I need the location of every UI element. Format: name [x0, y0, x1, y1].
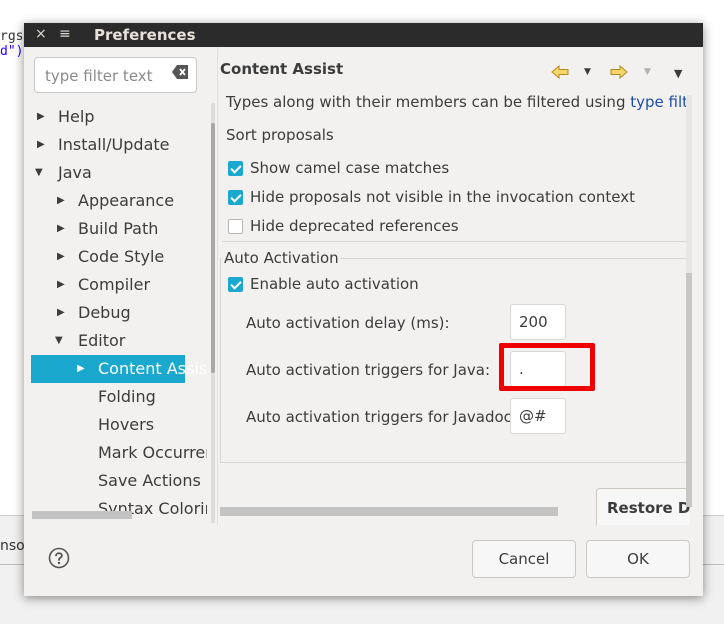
view-menu-icon[interactable]: ▼ — [674, 67, 682, 80]
background-code-line: rgs — [0, 29, 24, 44]
hide-invisible-proposals-checkbox[interactable] — [228, 190, 243, 205]
tree-horizontal-scrollbar[interactable] — [32, 511, 132, 519]
filter-input[interactable] — [43, 64, 165, 88]
cancel-button[interactable]: Cancel — [472, 540, 576, 578]
page-scroll-thumb[interactable] — [686, 273, 692, 507]
enable-auto-activation-label[interactable]: Enable auto activation — [250, 275, 419, 293]
tree-item-label: Content Assist — [98, 359, 207, 378]
tree-item-label: Mark Occurrences — [98, 443, 207, 462]
help-icon[interactable] — [48, 547, 70, 569]
tree-item-build-path[interactable]: ▶ Build Path — [31, 215, 207, 243]
tree-item-compiler[interactable]: ▶ Compiler — [31, 271, 207, 299]
tree-item-label: Help — [58, 107, 95, 126]
window-title: Preferences — [94, 26, 196, 44]
highlight-annotation — [499, 343, 595, 391]
group-border-bottom — [220, 462, 690, 463]
tree-item-label: Build Path — [78, 219, 159, 238]
content-assist-page: Types along with their members can be fi… — [220, 95, 690, 525]
restore-defaults-button[interactable]: Restore Defaults — [596, 488, 690, 525]
javadoc-triggers-label: Auto activation triggers for Javadoc: — [246, 408, 517, 426]
tree-item-content-assist[interactable]: ▶ Content Assist — [31, 355, 207, 383]
chevron-down-icon[interactable]: ▼ — [35, 159, 47, 187]
tree-item-appearance[interactable]: ▶ Appearance — [31, 187, 207, 215]
tree-scroll-thumb[interactable] — [211, 123, 215, 373]
type-filters-link[interactable]: type filters — [630, 95, 690, 111]
tree-item-debug[interactable]: ▶ Debug — [31, 299, 207, 327]
group-border-left — [220, 258, 221, 463]
page-vertical-scrollbar[interactable] — [686, 95, 692, 507]
filter-description-text: Types along with their members can be fi… — [226, 95, 631, 111]
chevron-right-icon[interactable]: ▶ — [57, 215, 69, 243]
preferences-tree: ▶ Help ▶ Install/Update ▼ Java ▶ Appeara… — [31, 103, 207, 521]
hide-deprecated-checkbox[interactable] — [228, 219, 243, 234]
auto-activation-group-label: Auto Activation — [224, 249, 339, 267]
close-icon[interactable]: × — [35, 26, 47, 42]
chevron-down-icon[interactable]: ▼ — [55, 327, 67, 355]
tree-item-java[interactable]: ▼ Java — [31, 159, 207, 187]
tree-item-label: Install/Update — [58, 135, 170, 154]
java-triggers-label: Auto activation triggers for Java: — [246, 361, 491, 379]
chevron-right-icon[interactable]: ▶ — [37, 103, 49, 131]
tree-item-folding[interactable]: Folding — [31, 383, 207, 411]
chevron-right-icon[interactable]: ▶ — [57, 187, 69, 215]
tree-vertical-scrollbar[interactable] — [211, 103, 215, 523]
hide-deprecated-label[interactable]: Hide deprecated references — [250, 217, 459, 235]
forward-history-dropdown-icon[interactable]: ▼ — [644, 67, 651, 77]
tree-item-label: Save Actions — [98, 471, 201, 490]
panel-divider[interactable] — [217, 47, 218, 525]
window-menu-icon[interactable]: ≡ — [59, 26, 71, 42]
chevron-right-icon[interactable]: ▶ — [57, 299, 69, 327]
tree-item-install-update[interactable]: ▶ Install/Update — [31, 131, 207, 159]
page-horizontal-scrollbar[interactable] — [220, 507, 558, 516]
auto-activation-delay-label: Auto activation delay (ms): — [246, 314, 450, 332]
preferences-dialog: × ≡ Preferences ▶ Help ▶ Install/Update … — [24, 23, 703, 596]
chevron-right-icon[interactable]: ▶ — [57, 271, 69, 299]
show-camel-case-checkbox[interactable] — [228, 161, 243, 176]
filter-description: Types along with their members can be fi… — [226, 95, 690, 111]
chevron-right-icon[interactable]: ▶ — [57, 243, 69, 271]
tree-item-label: Code Style — [78, 247, 165, 266]
back-history-dropdown-icon[interactable]: ▼ — [584, 67, 591, 77]
hide-invisible-proposals-label[interactable]: Hide proposals not visible in the invoca… — [250, 188, 635, 206]
chevron-right-icon[interactable]: ▶ — [37, 131, 49, 159]
tree-item-label: Folding — [98, 387, 156, 406]
show-camel-case-label[interactable]: Show camel case matches — [250, 159, 449, 177]
tree-item-label: Debug — [78, 303, 131, 322]
chevron-right-icon[interactable]: ▶ — [77, 355, 89, 383]
tree-item-label: Appearance — [78, 191, 175, 210]
ok-button[interactable]: OK — [586, 540, 690, 578]
tree-item-label: Compiler — [78, 275, 151, 294]
tree-item-label: Hovers — [98, 415, 155, 434]
background-code-line: d") — [0, 44, 24, 59]
auto-activation-delay-input[interactable]: 200 — [510, 304, 566, 340]
tree-item-mark-occurrences[interactable]: Mark Occurrences — [31, 439, 207, 467]
sort-proposals-label: Sort proposals — [226, 126, 334, 144]
tree-item-editor[interactable]: ▼ Editor — [31, 327, 207, 355]
tree-item-hovers[interactable]: Hovers — [31, 411, 207, 439]
forward-arrow-icon[interactable] — [610, 65, 628, 79]
tree-item-code-style[interactable]: ▶ Code Style — [31, 243, 207, 271]
title-bar: × ≡ Preferences — [24, 23, 703, 47]
clear-filter-icon[interactable] — [172, 65, 188, 79]
back-arrow-icon[interactable] — [551, 65, 569, 79]
enable-auto-activation-checkbox[interactable] — [228, 277, 243, 292]
group-border-top — [340, 258, 690, 259]
javadoc-triggers-input[interactable]: @# — [510, 398, 566, 434]
page-title: Content Assist — [220, 60, 344, 78]
group-divider — [222, 241, 688, 242]
tree-item-save-actions[interactable]: Save Actions — [31, 467, 207, 495]
tree-item-label: Editor — [78, 331, 126, 350]
tree-item-help[interactable]: ▶ Help — [31, 103, 207, 131]
filter-box — [34, 57, 197, 93]
tree-item-label: Java — [58, 163, 92, 182]
